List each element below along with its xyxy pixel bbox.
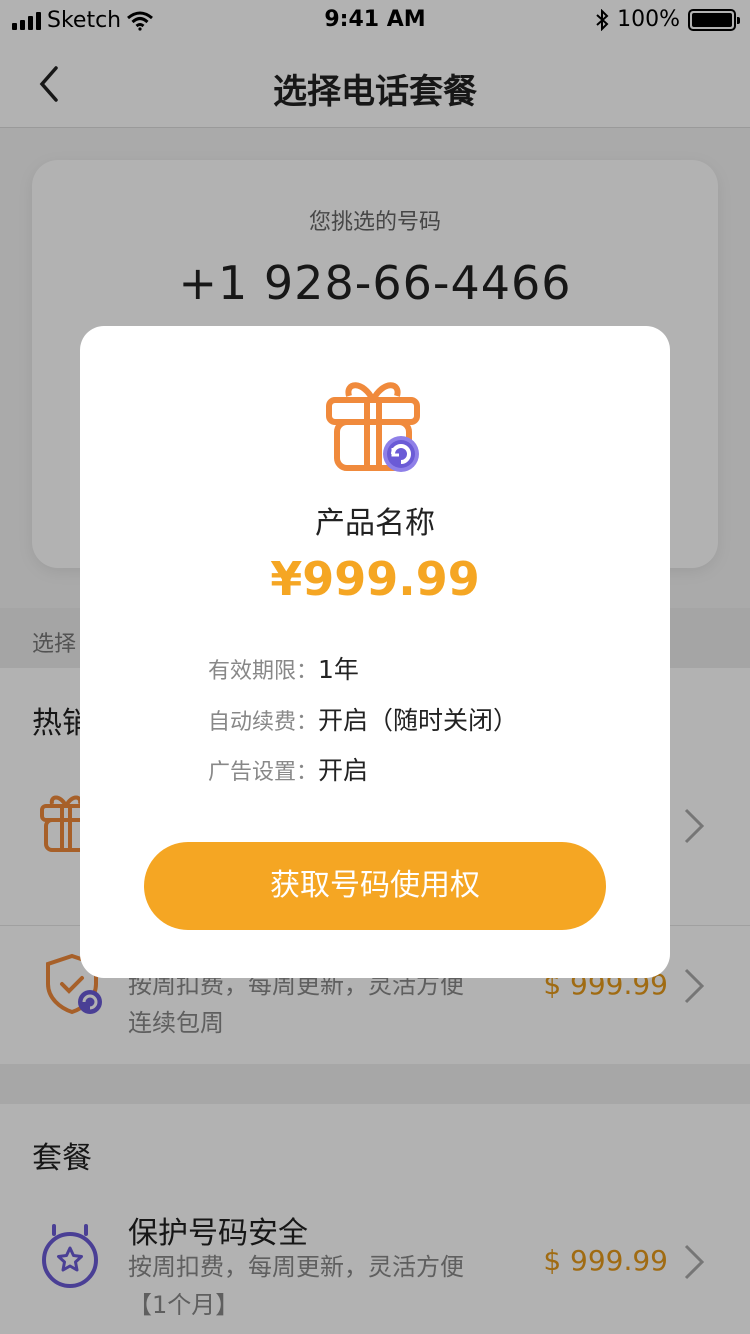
info-key: 有效期限： xyxy=(208,659,319,684)
info-key: 自动续费： xyxy=(208,710,319,735)
info-row: 自动续费：开启（随时关闭） xyxy=(208,701,518,737)
info-value: 开启（随时关闭） xyxy=(318,706,519,735)
get-number-button[interactable]: 获取号码使用权 xyxy=(144,842,606,930)
product-price: ¥999.99 xyxy=(270,552,480,606)
info-row: 广告设置：开启 xyxy=(208,751,368,787)
gift-icon xyxy=(326,382,420,472)
info-row: 有效期限：1年 xyxy=(208,650,359,686)
info-value: 1年 xyxy=(318,655,359,684)
info-value: 开启 xyxy=(318,756,369,785)
product-name: 产品名称 xyxy=(315,506,435,541)
product-dialog: 产品名称 ¥999.99 有效期限：1年 自动续费：开启（随时关闭） 广告设置：… xyxy=(80,326,670,978)
info-key: 广告设置： xyxy=(208,760,319,785)
